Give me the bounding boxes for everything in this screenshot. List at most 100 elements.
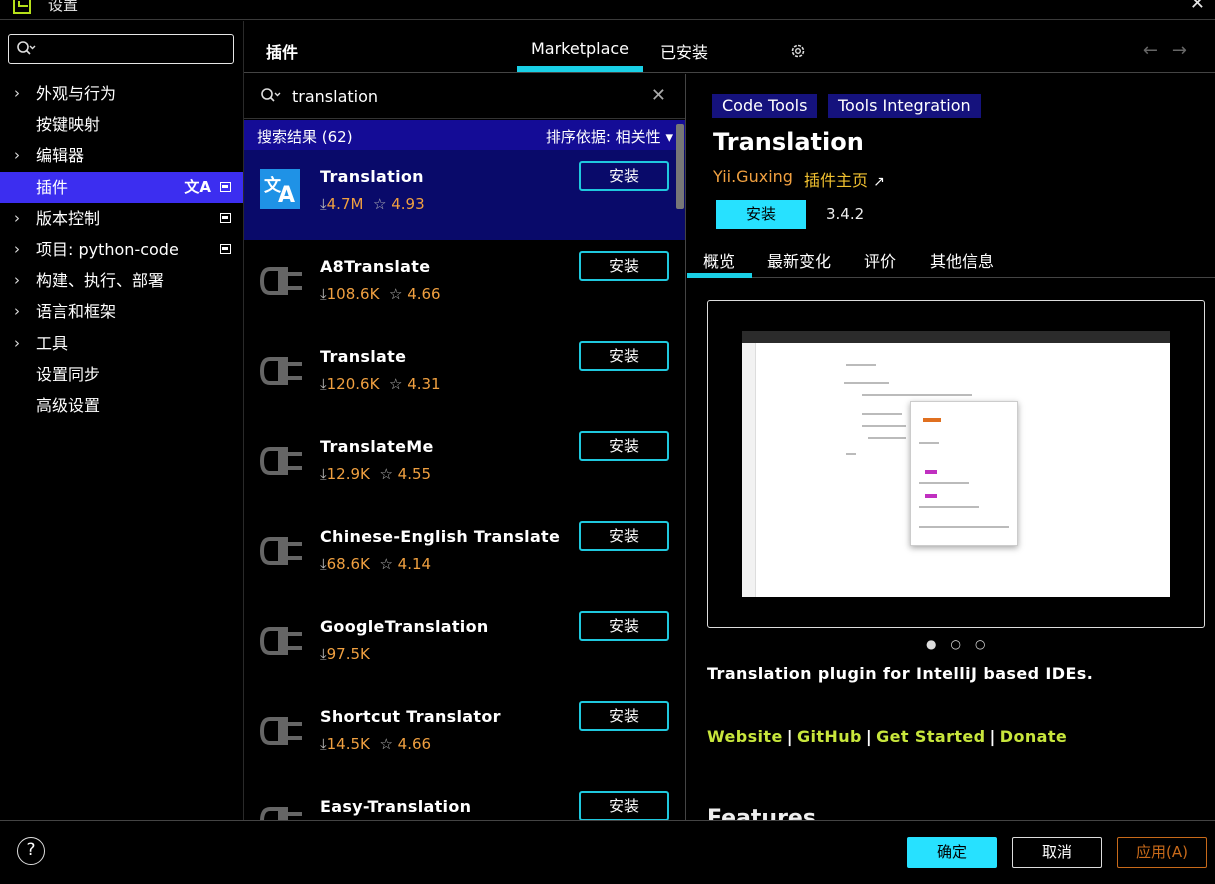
list-scrollbar[interactable] [676,124,684,209]
plugin-list-item[interactable]: Chinese-English Translate ⤓68.6K ☆ 4.14 … [244,510,685,600]
chevron-right-icon: › [14,302,20,321]
back-arrow-icon[interactable]: ← [1143,40,1172,61]
plugin-list-item[interactable]: GoogleTranslation ⤓97.5K 安装 [244,600,685,690]
sidebar-item-build[interactable]: › 构建、执行、部署 [0,265,243,296]
plugin-rating: 4.55 [397,465,432,483]
sidebar-item-appearance[interactable]: › 外观与行为 [0,78,243,109]
get-started-link[interactable]: Get Started [876,727,985,746]
sidebar-item-languages[interactable]: › 语言和框架 [0,296,243,327]
plugin-description: Translation plugin for IntelliJ based ID… [707,664,1094,683]
sidebar-item-project[interactable]: › 项目: python-code [0,234,243,265]
settings-search-input[interactable] [8,34,234,64]
tag-tools-integration[interactable]: Tools Integration [828,94,981,118]
settings-nav: › 外观与行为 按键映射 › 编辑器 插件 文A › 版本控制 › 项目: py… [0,78,243,421]
close-icon[interactable]: ✕ [1190,0,1205,14]
sidebar-item-keymap[interactable]: 按键映射 [0,109,243,140]
donate-link[interactable]: Donate [1000,727,1067,746]
install-button[interactable]: 安装 [579,701,669,731]
sidebar-item-label: 项目: python-code [36,239,179,259]
apply-button[interactable]: 应用(A) [1117,837,1207,868]
plug-icon [260,717,302,745]
sidebar-item-settings-sync[interactable]: 设置同步 [0,359,243,390]
sidebar-item-advanced[interactable]: 高级设置 [0,390,243,421]
clear-search-icon[interactable]: ✕ [651,85,666,106]
search-icon [261,88,281,102]
install-button[interactable]: 安装 [579,341,669,371]
chevron-right-icon: › [14,146,20,165]
history-nav: ←→ [1143,40,1201,61]
screenshot-code-line [846,453,856,455]
chevron-right-icon: › [14,84,20,102]
settings-sidebar: › 外观与行为 按键映射 › 编辑器 插件 文A › 版本控制 › 项目: py… [0,21,244,820]
tab-additional-info[interactable]: 其他信息 [930,248,994,272]
ok-button[interactable]: 确定 [907,837,997,868]
caret-down-icon: ▾ [665,128,673,146]
help-icon[interactable]: ? [17,837,45,865]
window-icon [220,243,231,254]
tab-overview[interactable]: 概览 [703,248,735,272]
cancel-button[interactable]: 取消 [1012,837,1102,868]
search-query: translation [292,87,379,106]
plugin-list-item[interactable]: Translate ⤓120.6K ☆ 4.31 安装 [244,330,685,420]
install-button[interactable]: 安装 [579,161,669,191]
download-icon: ⤓ [320,645,327,663]
plugin-list-item[interactable]: A8Translate ⤓108.6K ☆ 4.66 安装 [244,240,685,330]
install-button[interactable]: 安装 [579,251,669,281]
sort-dropdown[interactable]: 排序依据: 相关性 ▾ [546,126,673,147]
plugin-list-item[interactable]: TranslateMe ⤓12.9K ☆ 4.55 安装 [244,420,685,510]
plugin-stats: ⤓12.9K ☆ 4.55 [320,465,431,483]
screenshot-carousel[interactable] [707,300,1205,628]
tab-whats-new[interactable]: 最新变化 [767,248,831,272]
download-icon: ⤓ [320,555,327,573]
download-icon: ⤓ [320,735,327,753]
detail-install-button[interactable]: 安装 [716,200,806,229]
sidebar-item-label: 工具 [36,333,69,353]
install-button[interactable]: 安装 [579,791,669,820]
plugin-homepage-link[interactable]: 插件主页 ↗ [804,167,885,191]
plugin-stats: ⤓108.6K ☆ 4.66 [320,285,441,303]
tab-installed[interactable]: 已安装 [660,39,708,63]
plugin-rating: 4.66 [407,285,441,303]
install-button[interactable]: 安装 [579,521,669,551]
sidebar-item-label: 外观与行为 [36,84,117,103]
plugin-rating: 4.66 [397,735,432,753]
plugin-list-item[interactable]: Easy-Translation 安装 [244,780,685,820]
plugin-rating: 4.31 [407,375,441,393]
plugin-vendor-link[interactable]: Yii.Guxing [713,167,793,186]
sidebar-item-tools[interactable]: › 工具 [0,328,243,359]
sidebar-item-plugins[interactable]: 插件 文A [0,171,243,203]
star-icon: ☆ [388,375,403,393]
forward-arrow-icon[interactable]: → [1172,40,1201,61]
plugin-downloads: 4.7M [326,195,364,213]
plug-icon [260,537,302,565]
plugin-downloads: 108.6K [326,285,380,303]
install-button[interactable]: 安装 [579,431,669,461]
plugin-search-input[interactable]: translation ✕ [244,74,685,119]
tab-marketplace[interactable]: Marketplace [517,39,643,58]
download-icon: ⤓ [320,375,327,393]
download-icon: ⤓ [320,285,327,303]
plugins-header: 插件 Marketplace 已安装 ←→ [244,21,1215,73]
features-heading: Features [707,806,816,820]
carousel-dots[interactable]: ●○○ [926,637,999,651]
website-link[interactable]: Website [707,727,783,746]
plugin-list-item[interactable]: Shortcut Translator ⤓14.5K ☆ 4.66 安装 [244,690,685,780]
link-separator: | [865,727,873,746]
sidebar-item-vcs[interactable]: › 版本控制 [0,203,243,234]
homepage-label: 插件主页 [804,171,869,190]
plugin-list-item[interactable]: 文A Translation ⤓4.7M ☆ 4.93 安装 [244,150,685,240]
sidebar-item-editor[interactable]: › 编辑器 [0,140,243,171]
page-title: 插件 [266,43,299,62]
install-button[interactable]: 安装 [579,611,669,641]
app-icon [13,0,31,14]
github-link[interactable]: GitHub [797,727,862,746]
tag-code-tools[interactable]: Code Tools [712,94,818,118]
plugin-name: GoogleTranslation [320,617,489,636]
sidebar-item-label: 高级设置 [36,395,101,415]
download-icon: ⤓ [320,465,327,483]
tab-reviews[interactable]: 评价 [864,248,896,272]
plugin-name: Translation [320,167,424,186]
plugin-detail-panel: Code Tools Tools Integration Translation… [687,74,1215,820]
link-separator: | [786,727,793,746]
gear-icon[interactable] [789,42,807,60]
